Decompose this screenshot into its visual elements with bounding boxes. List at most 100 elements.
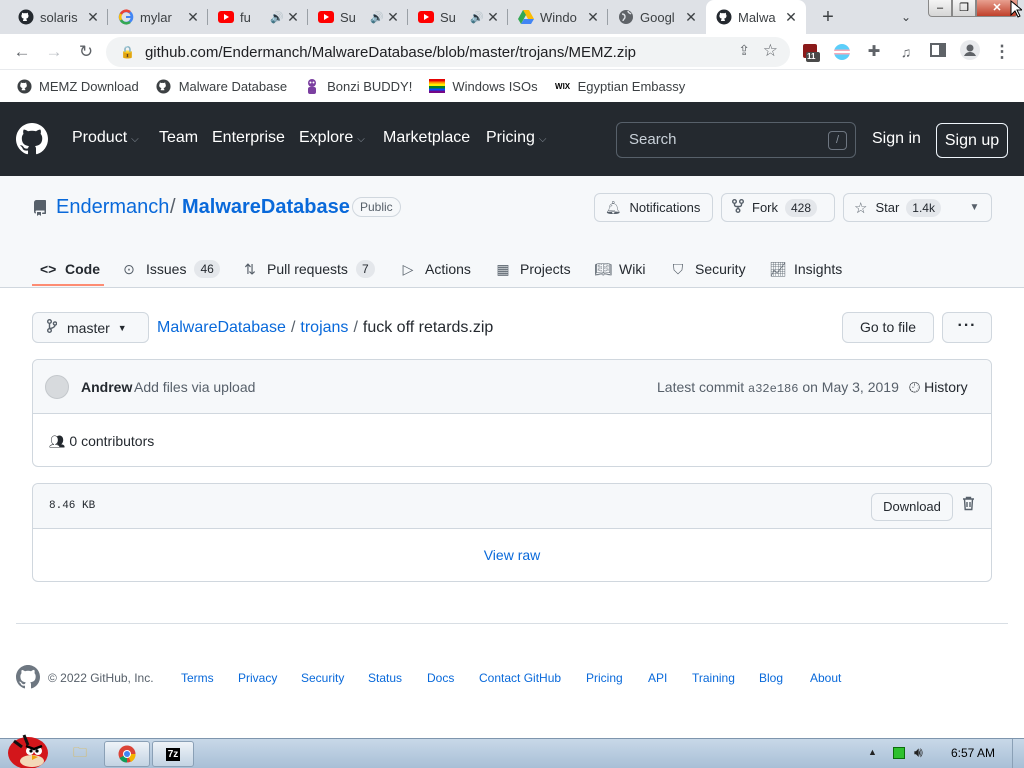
- commit-sha[interactable]: a32e186: [748, 382, 798, 396]
- tab-search-icon[interactable]: ⌄: [896, 6, 916, 28]
- footer-link-training[interactable]: Training: [692, 671, 735, 685]
- speaker-icon[interactable]: 🔊: [470, 11, 484, 24]
- close-icon[interactable]: ✕: [682, 9, 700, 26]
- browser-tab[interactable]: Su 🔊 ✕: [408, 0, 508, 34]
- breadcrumb-folder-link[interactable]: trojans: [300, 319, 348, 336]
- volume-icon[interactable]: 🔊︎: [914, 744, 923, 761]
- profile-icon[interactable]: [958, 40, 982, 64]
- repo-owner-link[interactable]: Endermanch: [56, 196, 169, 219]
- nav-pricing[interactable]: Pricing ⌵: [486, 129, 547, 147]
- star-button[interactable]: ☆ Star 1.4k: [843, 193, 959, 222]
- share-icon[interactable]: ⇪: [738, 42, 750, 59]
- forward-arrow-icon[interactable]: →: [42, 40, 66, 64]
- tab-actions[interactable]: ▷ Actions: [400, 254, 471, 284]
- footer-link-about[interactable]: About: [810, 671, 841, 685]
- side-panel-icon[interactable]: [926, 40, 950, 64]
- speaker-icon[interactable]: 🔊: [370, 11, 384, 24]
- footer-link-pricing[interactable]: Pricing: [586, 671, 623, 685]
- back-arrow-icon[interactable]: ←: [10, 40, 34, 64]
- browser-tab[interactable]: Googl ✕: [608, 0, 706, 34]
- browser-tab[interactable]: Su 🔊 ✕: [308, 0, 408, 34]
- browser-tab[interactable]: fu 🔊 ✕: [208, 0, 308, 34]
- taskbar-chrome[interactable]: [104, 741, 150, 767]
- bookmark-item[interactable]: WIX Egyptian Embassy: [555, 78, 685, 94]
- footer-link-contact[interactable]: Contact GitHub: [479, 671, 561, 685]
- tab-projects[interactable]: ▦ Projects: [495, 254, 570, 284]
- more-options-button[interactable]: ···: [942, 312, 992, 343]
- start-button-angry-bird-icon[interactable]: [4, 729, 50, 768]
- sign-up-button[interactable]: Sign up: [936, 123, 1008, 158]
- trash-icon[interactable]: [962, 496, 975, 515]
- taskbar-7zip[interactable]: 7z: [152, 741, 194, 767]
- breadcrumb-repo-link[interactable]: MalwareDatabase: [157, 319, 286, 336]
- extension-icon[interactable]: 11: [802, 43, 820, 62]
- view-raw-link[interactable]: View raw: [33, 547, 991, 563]
- footer-link-terms[interactable]: Terms: [181, 671, 214, 685]
- close-icon[interactable]: ✕: [384, 9, 402, 26]
- battery-icon[interactable]: [893, 747, 905, 759]
- close-icon[interactable]: ✕: [84, 9, 102, 26]
- show-hidden-icons-arrow[interactable]: ▲: [868, 747, 877, 757]
- nav-explore[interactable]: Explore ⌵: [299, 129, 365, 147]
- nav-enterprise[interactable]: Enterprise: [212, 129, 285, 147]
- bookmark-item[interactable]: Windows ISOs: [429, 79, 538, 94]
- tab-code[interactable]: <> Code: [40, 254, 100, 284]
- media-control-icon[interactable]: ♫: [894, 40, 918, 64]
- repo-name-link[interactable]: MalwareDatabase: [182, 196, 350, 219]
- tab-issues[interactable]: ⊙ Issues 46: [121, 254, 220, 284]
- download-button[interactable]: Download: [871, 493, 953, 521]
- footer-link-status[interactable]: Status: [368, 671, 402, 685]
- tab-wiki[interactable]: 📖︎ Wiki: [594, 254, 645, 284]
- footer-link-blog[interactable]: Blog: [759, 671, 783, 685]
- close-icon[interactable]: ✕: [484, 9, 502, 26]
- bookmark-item[interactable]: Malware Database: [156, 78, 287, 94]
- close-icon[interactable]: ✕: [782, 9, 800, 26]
- sign-in-link[interactable]: Sign in: [872, 130, 921, 148]
- tab-insights[interactable]: 📈︎ Insights: [769, 254, 842, 284]
- footer-link-privacy[interactable]: Privacy: [238, 671, 277, 685]
- footer-link-security[interactable]: Security: [301, 671, 344, 685]
- github-logo-icon[interactable]: [16, 665, 40, 689]
- puzzle-icon[interactable]: ✚: [862, 40, 886, 64]
- clock[interactable]: 6:57 AM: [951, 746, 995, 760]
- new-tab-button[interactable]: +: [816, 4, 840, 30]
- browser-tab[interactable]: Windo ✕: [508, 0, 608, 34]
- taskbar-explorer[interactable]: 🗀: [60, 741, 100, 767]
- close-icon[interactable]: ✕: [584, 9, 602, 26]
- kebab-menu-icon[interactable]: ⋮: [990, 40, 1014, 64]
- tab-pull-requests[interactable]: ⇅ Pull requests 7: [242, 254, 375, 284]
- star-dropdown-button[interactable]: ▼: [958, 193, 992, 222]
- close-icon[interactable]: ✕: [284, 9, 302, 26]
- close-icon[interactable]: ✕: [184, 9, 202, 26]
- go-to-file-button[interactable]: Go to file: [842, 312, 934, 343]
- minimize-button[interactable]: –: [928, 0, 952, 17]
- bookmark-label: Bonzi BUDDY!: [327, 78, 413, 94]
- commit-message[interactable]: Add files via upload: [134, 379, 255, 395]
- footer-link-docs[interactable]: Docs: [427, 671, 454, 685]
- nav-team[interactable]: Team: [159, 129, 198, 147]
- commit-author[interactable]: Andrew: [81, 379, 132, 395]
- bookmark-item[interactable]: MEMZ Download: [16, 78, 139, 94]
- address-bar[interactable]: 🔒 github.com/Endermanch/MalwareDatabase/…: [106, 37, 790, 67]
- bookmark-item[interactable]: Bonzi BUDDY!: [304, 78, 412, 94]
- nav-product[interactable]: Product ⌵: [72, 129, 139, 147]
- extension-flag-icon[interactable]: [834, 44, 850, 60]
- speaker-icon[interactable]: 🔊: [270, 11, 284, 24]
- history-link[interactable]: 🕘︎ History: [909, 379, 968, 396]
- nav-marketplace[interactable]: Marketplace: [383, 129, 470, 147]
- reload-icon[interactable]: ↻: [74, 40, 98, 64]
- bookmark-star-icon[interactable]: ☆: [763, 41, 778, 61]
- github-logo-icon[interactable]: [16, 123, 48, 155]
- maximize-button[interactable]: ❐: [952, 0, 976, 17]
- browser-tab[interactable]: solaris ✕: [8, 0, 108, 34]
- branch-selector[interactable]: master ▼: [32, 312, 149, 343]
- search-input[interactable]: Search /: [616, 122, 856, 158]
- browser-tab[interactable]: mylar ✕: [108, 0, 208, 34]
- fork-button[interactable]: Fork 428: [721, 193, 835, 222]
- browser-tab-active[interactable]: Malwa ✕: [706, 0, 806, 34]
- notifications-button[interactable]: 🔔︎ Notifications: [594, 193, 713, 222]
- avatar[interactable]: [45, 375, 69, 399]
- tab-security[interactable]: ⛉ Security: [670, 254, 746, 284]
- footer-link-api[interactable]: API: [648, 671, 667, 685]
- show-desktop-button[interactable]: [1012, 739, 1024, 768]
